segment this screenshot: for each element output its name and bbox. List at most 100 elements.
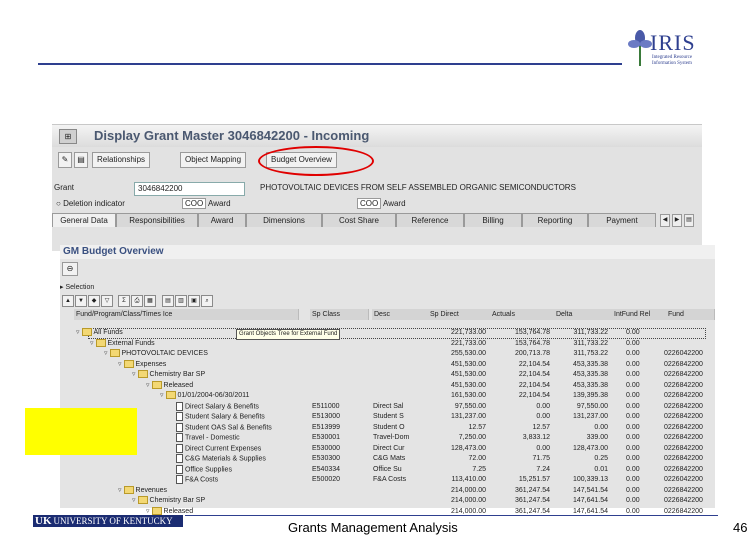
tree-node-label[interactable]: F&A Costs [174, 475, 310, 485]
tree-node-label[interactable]: Student Salary & Benefits [174, 412, 310, 422]
tree-node-label[interactable]: Direct Current Expenses [174, 443, 310, 454]
iris-logo: IRIS Integrated Resource Information Sys… [628, 28, 704, 70]
tree-node-label[interactable]: ▿ 01/01/2004-06/30/2011 [160, 391, 310, 401]
node-name: Revenues [135, 486, 168, 494]
table-row[interactable]: ▿ 01/01/2004-06/30/2011 161,530.00 22,104.5… [60, 391, 715, 401]
cell-delta: 339.00 [586, 434, 608, 441]
cell-direct: 161,530.00 [450, 392, 486, 399]
table-row[interactable]: Student OAS Sal & Benefits E513999 Student… [60, 422, 715, 433]
tab-payment[interactable]: Payment [588, 213, 656, 227]
deletion-indicator-radio[interactable]: ○ Deletion indicator [56, 197, 125, 211]
node-name: Student OAS Sal & Benefits [185, 423, 272, 431]
cell-desc [373, 349, 427, 359]
export-icon[interactable]: ▤ [162, 295, 174, 307]
grant-number-field[interactable]: 3046842200 [134, 182, 245, 196]
cell-desc [373, 486, 427, 496]
cell-fund: 0226842200 [664, 413, 703, 420]
table-row[interactable]: Travel - Domestic E530001 Travel-Dom 7,250.… [60, 433, 715, 443]
expand-arrow-icon[interactable]: ▿ [118, 361, 122, 368]
print-icon[interactable]: ⎙ [131, 295, 143, 307]
tree-node-label[interactable]: Travel - Domestic [174, 433, 310, 443]
expand-arrow-icon[interactable]: ▿ [132, 371, 136, 378]
table-row[interactable]: F&A Costs E500020 F&A Costs 113,410.00 15,25… [60, 475, 715, 485]
filter-icon[interactable]: ▽ [101, 295, 113, 307]
tree-node-label[interactable]: ▿ Revenues [118, 485, 310, 496]
execute-icon[interactable]: ⊖ [62, 262, 78, 276]
tree-node-label[interactable]: ▿ External Funds [90, 338, 310, 349]
tab-billing[interactable]: Billing [464, 213, 522, 227]
tab-responsibilities[interactable]: Responsibilities [116, 213, 198, 227]
node-name: PHOTOVOLTAIC DEVICES [121, 350, 208, 357]
tree-node-label[interactable]: C&G Materials & Supplies [174, 454, 310, 464]
table-row[interactable]: ▿ Expenses 451,530.00 22,104.54 453,335.38 0.… [60, 359, 715, 370]
tab-reporting[interactable]: Reporting [522, 213, 588, 227]
tree-node-label[interactable]: Office Supplies [174, 464, 310, 475]
table-row[interactable]: ▿ All Funds 221,733.00 153,764.78 311,733.22… [60, 328, 715, 338]
relationships-button[interactable]: Relationships [92, 152, 151, 168]
cell-actuals: 7.24 [536, 465, 550, 473]
expand-arrow-icon[interactable]: ▿ [132, 497, 136, 504]
column-header-fund-program[interactable]: Fund/Program/Class/Times Ice [74, 309, 299, 320]
table-row[interactable]: Office Supplies E540334 Office Su 7.25 7.24 0… [60, 464, 715, 475]
column-header-actuals[interactable]: Actuals [490, 309, 555, 320]
collapse-all-icon[interactable]: ▼ [75, 295, 87, 307]
table-row[interactable]: ▿ Revenues 214,000.00 361,247.54 147,541.54 0… [60, 485, 715, 496]
tab-scroll-left-icon[interactable]: ◀ [660, 214, 670, 227]
tab-dimensions[interactable]: Dimensions [246, 213, 322, 227]
tree-node-label[interactable]: ▿ Chemistry Bar SP [132, 496, 310, 506]
table-row[interactable]: ▿ Released 451,530.00 22,104.54 453,335.38 0.… [60, 380, 715, 391]
save-icon[interactable]: ▤ [74, 152, 88, 168]
expand-arrow-icon[interactable]: ▿ [160, 392, 164, 399]
column-header-desc[interactable]: Desc [372, 309, 429, 320]
table-row[interactable]: Direct Salary & Benefits E511000 Direct Sa… [60, 401, 715, 412]
object-mapping-button[interactable]: Object Mapping [180, 152, 247, 168]
tab-list-icon[interactable]: ▤ [684, 214, 694, 227]
table-row[interactable]: ▿ Chemistry Bar SP 214,000.00 361,247.54 147… [60, 496, 715, 506]
tree-node-label[interactable]: Direct Salary & Benefits [174, 401, 310, 412]
expand-arrow-icon[interactable]: ▿ [76, 329, 80, 336]
tab-reference[interactable]: Reference [396, 213, 464, 227]
view-icon[interactable]: ▥ [175, 295, 187, 307]
tab-label: Payment [606, 216, 638, 225]
table-row[interactable]: Direct Current Expenses E530000 Direct Cur… [60, 443, 715, 454]
layout-icon[interactable]: ▦ [144, 295, 156, 307]
tab-label: Award [210, 216, 234, 225]
expand-arrow-icon[interactable]: ▿ [146, 382, 150, 389]
expand-arrow-icon[interactable]: ▿ [90, 340, 94, 347]
details-icon[interactable]: ▣ [188, 295, 200, 307]
column-header-fund[interactable]: Fund [666, 309, 715, 320]
tab-scroll-right-icon[interactable]: ▶ [672, 214, 682, 227]
tree-node-label[interactable]: ▿ Released [146, 380, 310, 391]
column-header-delta[interactable]: Delta [554, 309, 613, 320]
tab-award[interactable]: Award [198, 213, 246, 227]
sum-icon[interactable]: Σ [118, 295, 130, 307]
table-row[interactable]: C&G Materials & Supplies E530300 C&G Mats 7… [60, 454, 715, 464]
tree-node-label[interactable]: ▿ Expenses [118, 359, 310, 370]
column-header-intfund-rel[interactable]: IntFund Rel [612, 309, 667, 320]
column-header-sp-direct[interactable]: Sp Direct [428, 309, 491, 320]
table-row[interactable]: Student Salary & Benefits E513000 Student … [60, 412, 715, 422]
transaction-icon[interactable]: ⊞ [59, 129, 77, 144]
table-row[interactable]: ▿ PHOTOVOLTAIC DEVICES 255,530.00 200,713.7… [60, 349, 715, 359]
tab-general-data[interactable]: General Data [52, 213, 116, 227]
cell-rel: 0.00 [626, 423, 640, 431]
column-header-sp-class[interactable]: Sp Class [310, 309, 369, 320]
expand-all-icon[interactable]: ▲ [62, 295, 74, 307]
tree-node-label[interactable]: ▿ Chemistry Bar SP [132, 370, 310, 380]
expand-arrow-icon[interactable]: ▿ [104, 350, 108, 357]
select-icon[interactable]: ◆ [88, 295, 100, 307]
table-row[interactable]: ▿ External Funds 221,733.00 153,764.78 311,7… [60, 338, 715, 349]
cell-fund [664, 328, 734, 338]
tab-cost-share[interactable]: Cost Share [322, 213, 396, 227]
tree-node-label[interactable]: Student OAS Sal & Benefits [174, 422, 310, 433]
expand-arrow-icon[interactable]: ▿ [118, 487, 122, 494]
selection-row[interactable]: ▸ Selection [60, 283, 94, 291]
tree-node-label[interactable]: ▿ PHOTOVOLTAIC DEVICES [104, 349, 310, 359]
display-change-icon[interactable]: ✎ [58, 152, 72, 168]
expand-arrow-icon[interactable]: ▿ [146, 508, 150, 515]
cell-delta: 311,733.22 [573, 329, 608, 336]
cell-actuals: 153,764.78 [514, 339, 550, 347]
cell-desc: Office Su [373, 465, 402, 473]
table-row[interactable]: ▿ Chemistry Bar SP 451,530.00 22,104.54 453,… [60, 370, 715, 380]
find-icon[interactable]: ⌕ [201, 295, 213, 307]
